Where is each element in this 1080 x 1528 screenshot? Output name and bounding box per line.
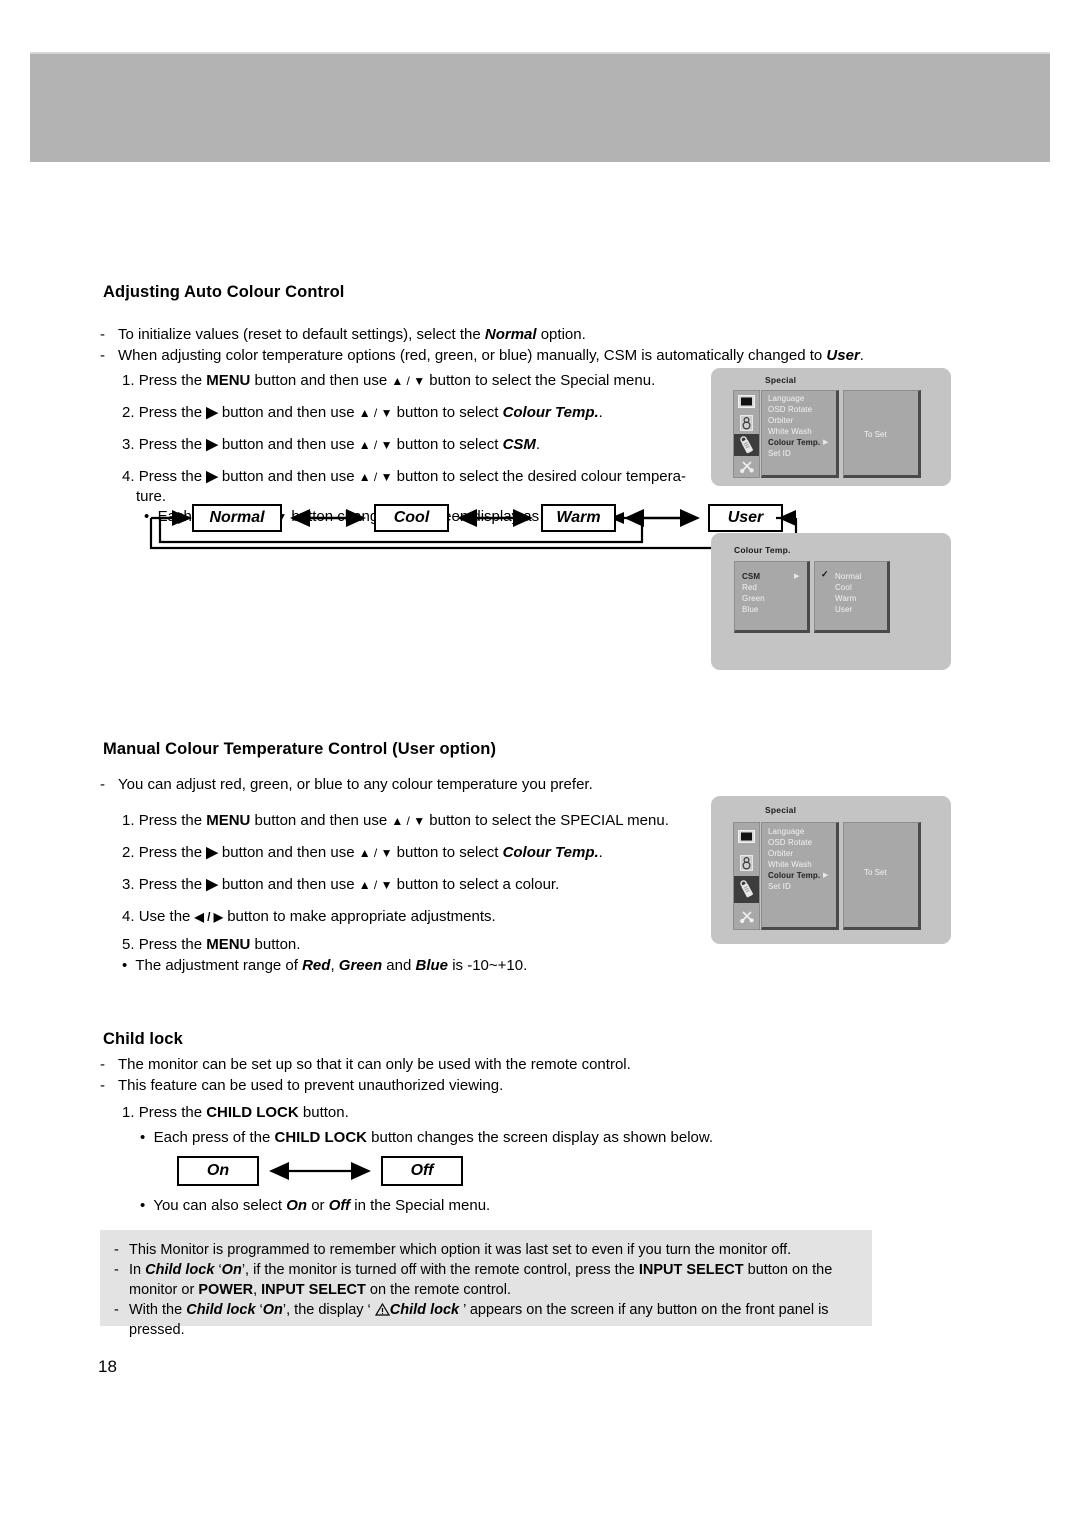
picture-icon[interactable] xyxy=(734,823,759,850)
warning-triangle-icon xyxy=(374,1302,390,1316)
step-item: 2. Press the ▶ button and then use ▲ / ▼… xyxy=(122,404,603,421)
screen-tool-icon[interactable] xyxy=(734,903,759,930)
up-down-arrow-icon: ▲ / ▼ xyxy=(358,470,393,484)
osd-item-white-wash[interactable]: White Wash xyxy=(768,427,812,436)
note-line: - The monitor can be set up so that it ca… xyxy=(100,1056,631,1073)
note-box-line: - With the Child lock ‘On’, the display ‘… xyxy=(114,1302,829,1318)
osd-item-csm[interactable]: CSM xyxy=(742,572,760,581)
osd-option-normal[interactable]: Normal xyxy=(835,572,861,581)
right-arrow-icon: ▶ xyxy=(206,876,218,893)
right-arrow-icon: ▶ xyxy=(206,436,218,453)
osd-item-set-id[interactable]: Set ID xyxy=(768,882,791,891)
osd-option-cool[interactable]: Cool xyxy=(835,583,852,592)
step-item: 3. Press the ▶ button and then use ▲ / ▼… xyxy=(122,876,560,893)
flow-box-off: Off xyxy=(381,1156,463,1186)
osd-title: Special xyxy=(765,805,797,815)
step-item: 1. Press the MENU button and then use ▲ … xyxy=(122,812,669,829)
page-number: 18 xyxy=(98,1357,117,1376)
osd-to-set-label: To Set xyxy=(864,430,887,439)
step-item: 3. Press the ▶ button and then use ▲ / ▼… xyxy=(122,436,541,453)
note-box-line: pressed. xyxy=(129,1322,185,1338)
osd-item-language[interactable]: Language xyxy=(768,827,804,836)
osd-item-white-wash[interactable]: White Wash xyxy=(768,860,812,869)
osd-item-colour-temp[interactable]: Colour Temp. xyxy=(768,871,820,880)
step-item: 5. Press the MENU button. xyxy=(122,936,301,953)
osd-item-red[interactable]: Red xyxy=(742,583,757,592)
note-line: - When adjusting color temperature option… xyxy=(100,346,864,364)
check-icon: ✓ xyxy=(821,569,829,579)
sound-icon[interactable] xyxy=(734,850,759,877)
up-down-arrow-icon: ▲ / ▼ xyxy=(391,374,426,388)
note-box-line: - This Monitor is programmed to remember … xyxy=(114,1242,792,1258)
up-down-arrow-icon: ▲ / ▼ xyxy=(391,814,426,828)
osd-item-set-id[interactable]: Set ID xyxy=(768,449,791,458)
special-remote-icon[interactable] xyxy=(734,876,759,903)
double-arrow-icon xyxy=(265,1156,375,1186)
bullet-item: • The adjustment range of Red, Green and… xyxy=(122,957,528,974)
note-line: - This feature can be used to prevent una… xyxy=(100,1076,504,1094)
osd-icon-column xyxy=(733,822,760,930)
step-item: 2. Press the ▶ button and then use ▲ / ▼… xyxy=(122,844,603,861)
sound-icon[interactable] xyxy=(734,413,759,435)
up-down-arrow-icon: ▲ / ▼ xyxy=(358,846,393,860)
section-title-auto-colour: Adjusting Auto Colour Control xyxy=(103,283,345,301)
note-box-line: monitor or POWER, INPUT SELECT on the re… xyxy=(129,1282,511,1298)
section-title-child-lock: Child lock xyxy=(103,1030,183,1048)
bullet-item: • You can also select On or Off in the S… xyxy=(140,1197,491,1214)
section-title-manual-colour: Manual Colour Temperature Control (User … xyxy=(103,740,497,758)
osd-item-orbiter[interactable]: Orbiter xyxy=(768,849,793,858)
right-arrow-icon: ▶ xyxy=(823,439,829,446)
manual-page: Adjusting Auto Colour Control - To initia… xyxy=(0,0,1080,1528)
step-item: 4. Use the ◀ / ▶ button to make appropri… xyxy=(122,908,496,925)
step-item: 4. Press the ▶ button and then use ▲ / ▼… xyxy=(122,468,686,485)
osd-item-osd-rotate[interactable]: OSD Rotate xyxy=(768,838,812,847)
osd-item-language[interactable]: Language xyxy=(768,394,804,403)
osd-item-green[interactable]: Green xyxy=(742,594,765,603)
up-down-arrow-icon: ▲ / ▼ xyxy=(358,878,393,892)
osd-icon-column xyxy=(733,390,760,478)
step-item: 1. Press the MENU button and then use ▲ … xyxy=(122,372,656,389)
left-right-arrow-icon: ◀ / ▶ xyxy=(194,910,224,924)
osd-to-set-label: To Set xyxy=(864,868,887,877)
flow-box-on: On xyxy=(177,1156,259,1186)
note-line: - You can adjust red, green, or blue to a… xyxy=(100,776,593,793)
right-arrow-icon: ▶ xyxy=(794,573,800,580)
osd-item-orbiter[interactable]: Orbiter xyxy=(768,416,793,425)
osd-special-menu-2: Special Language OSD Rotate Orbiter Whit… xyxy=(711,796,951,944)
osd-option-warm[interactable]: Warm xyxy=(835,594,856,603)
up-down-arrow-icon: ▲ / ▼ xyxy=(358,406,393,420)
note-box: - This Monitor is programmed to remember … xyxy=(100,1230,872,1338)
special-remote-icon[interactable] xyxy=(734,434,759,456)
screen-tool-icon[interactable] xyxy=(734,456,759,478)
step-item: 1. Press the CHILD LOCK button. xyxy=(122,1104,349,1121)
right-arrow-icon: ▶ xyxy=(206,844,218,861)
osd-item-blue[interactable]: Blue xyxy=(742,605,758,614)
picture-icon[interactable] xyxy=(734,391,759,413)
osd-option-user[interactable]: User xyxy=(835,605,852,614)
up-down-arrow-icon: ▲ / ▼ xyxy=(358,438,393,452)
header-band xyxy=(30,52,1050,162)
osd-item-osd-rotate[interactable]: OSD Rotate xyxy=(768,405,812,414)
osd-title: Special xyxy=(765,375,797,385)
right-arrow-icon: ▶ xyxy=(206,404,218,421)
osd-title: Colour Temp. xyxy=(734,545,791,555)
right-arrow-icon: ▶ xyxy=(206,468,218,485)
note-box-line: - In Child lock ‘On’, if the monitor is t… xyxy=(114,1262,833,1278)
osd-item-colour-temp[interactable]: Colour Temp. xyxy=(768,438,820,447)
right-arrow-icon: ▶ xyxy=(823,872,829,879)
note-line: - To initialize values (reset to default … xyxy=(100,326,586,343)
child-lock-toggle-diagram: On Off xyxy=(177,1156,463,1186)
osd-special-menu-1: Special Language OSD Rotate Orbiter Whit… xyxy=(711,368,951,486)
bullet-item: • Each press of the CHILD LOCK button ch… xyxy=(140,1129,714,1146)
osd-colour-temp-menu: Colour Temp. CSM ▶ Red Green Blue ✓ Norm… xyxy=(711,533,951,670)
